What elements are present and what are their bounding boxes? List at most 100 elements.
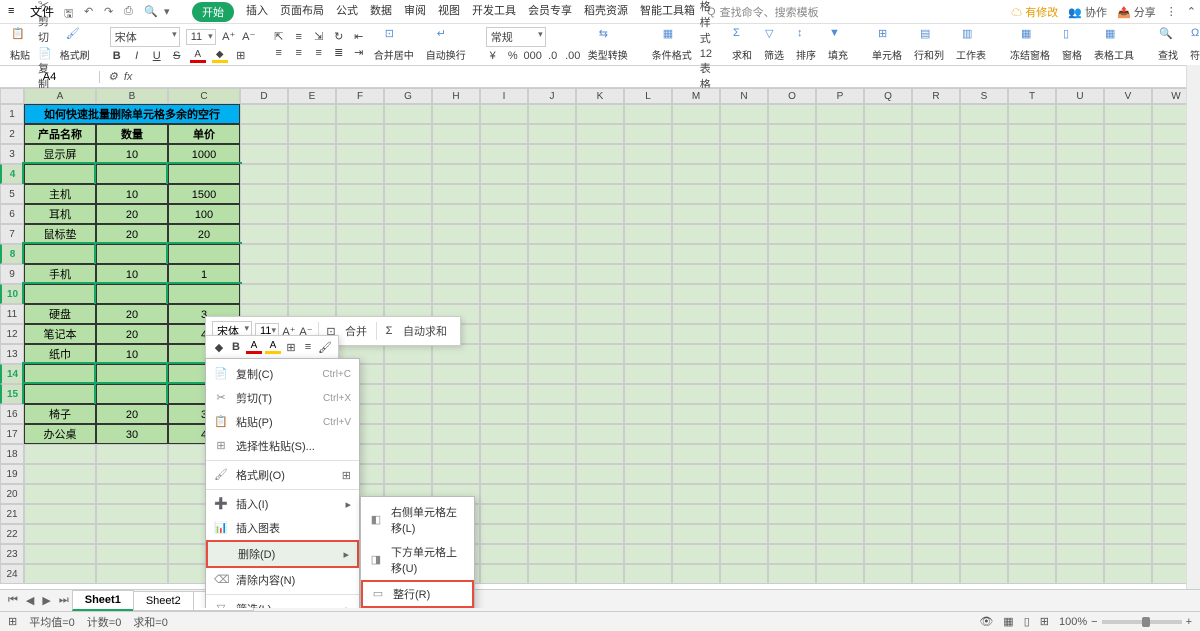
data-cell[interactable]: 椅子 — [24, 404, 96, 424]
inc-dec-icon[interactable]: .0 — [546, 49, 560, 63]
tab-next-icon[interactable]: ▶ — [38, 594, 54, 607]
tab-member[interactable]: 会员专享 — [528, 2, 572, 22]
tab-formula[interactable]: 公式 — [336, 2, 358, 22]
mini-fillcolor[interactable]: A — [265, 340, 281, 354]
align-right-icon[interactable]: ≡ — [312, 46, 326, 60]
col-header[interactable]: D — [240, 88, 288, 104]
ctx-clear[interactable]: ⌫清除内容(N) — [206, 568, 359, 592]
italic-button[interactable]: I — [130, 49, 144, 63]
data-cell[interactable]: 耳机 — [24, 204, 96, 224]
data-cell[interactable]: 10 — [96, 144, 168, 164]
ctx-delete[interactable]: 删除(D)▸ — [206, 540, 359, 568]
col-header[interactable]: N — [720, 88, 768, 104]
share-button[interactable]: 📤 分享 — [1117, 4, 1156, 20]
wrap-button[interactable]: ↵自动换行 — [422, 27, 470, 62]
cellstyle-button[interactable]: ▦ 表格样式 — [700, 0, 712, 46]
data-cell[interactable] — [168, 164, 240, 184]
data-cell[interactable]: 20 — [96, 204, 168, 224]
indent-dec-icon[interactable]: ⇤ — [352, 30, 366, 44]
find-button[interactable]: 🔍查找 — [1154, 27, 1182, 62]
mini-fontcolor[interactable]: A — [246, 340, 262, 354]
shrink-font-icon[interactable]: A⁻ — [242, 30, 256, 44]
tab-insert[interactable]: 插入 — [246, 2, 268, 22]
strike-button[interactable]: S — [170, 49, 184, 63]
ctx-paste[interactable]: 📋粘贴(P)Ctrl+V — [206, 410, 359, 434]
data-cell[interactable] — [24, 244, 96, 264]
mini-bold-button[interactable]: B — [229, 340, 243, 354]
data-cell[interactable] — [96, 164, 168, 184]
ctx-insert-chart[interactable]: 📊插入图表 — [206, 516, 359, 540]
col-header[interactable]: T — [1008, 88, 1056, 104]
fx-label[interactable]: fx — [124, 71, 133, 83]
hamburger-icon[interactable]: ≡ — [8, 5, 22, 19]
symbol-button[interactable]: Ω符号 — [1186, 27, 1200, 62]
mini-sum-icon[interactable]: Σ — [382, 324, 396, 338]
data-cell[interactable]: 显示屏 — [24, 144, 96, 164]
view-break-icon[interactable]: ⊞ — [1040, 615, 1049, 628]
redo-icon[interactable]: ↷ — [104, 5, 118, 19]
data-cell[interactable]: 10 — [96, 344, 168, 364]
ctx-formatbrush[interactable]: 🖌格式刷(O)⊞ — [206, 463, 359, 487]
col-header[interactable]: K — [576, 88, 624, 104]
col-header[interactable]: V — [1104, 88, 1152, 104]
ctx-copy[interactable]: 📄复制(C)Ctrl+C — [206, 362, 359, 386]
cut-button[interactable]: ✂ 剪切 — [38, 0, 52, 45]
data-cell[interactable] — [168, 244, 240, 264]
col-header[interactable]: F — [336, 88, 384, 104]
data-cell[interactable]: 1 — [168, 264, 240, 284]
ctx-cut[interactable]: ✂剪切(T)Ctrl+X — [206, 386, 359, 410]
data-cell[interactable]: 10 — [96, 184, 168, 204]
col-header[interactable]: E — [288, 88, 336, 104]
paste-group[interactable]: 📋粘贴 — [6, 27, 34, 62]
condfmt-button[interactable]: ▦条件格式 — [648, 27, 696, 62]
border-button[interactable]: ⊞ — [234, 49, 248, 63]
zoom-slider[interactable] — [1102, 620, 1182, 624]
more-icon[interactable]: ⋮ — [1166, 5, 1177, 18]
ctx-paste-special[interactable]: ⊞选择性粘贴(S)... — [206, 434, 359, 458]
col-header[interactable]: H — [432, 88, 480, 104]
zoom-control[interactable]: 100% − + — [1059, 616, 1192, 628]
ctx-insert[interactable]: ➕插入(I)▸ — [206, 492, 359, 516]
data-cell[interactable]: 硬盘 — [24, 304, 96, 324]
expand-icon[interactable]: ⌃ — [1187, 5, 1196, 18]
grow-font-icon[interactable]: A⁺ — [222, 30, 236, 44]
dec-dec-icon[interactable]: .00 — [566, 49, 580, 63]
sheet-button[interactable]: ▥工作表 — [952, 27, 990, 62]
sum-button[interactable]: Σ求和 — [728, 27, 756, 62]
col-header[interactable]: I — [480, 88, 528, 104]
data-cell[interactable]: 100 — [168, 204, 240, 224]
align-mid-icon[interactable]: ≡ — [292, 30, 306, 44]
col-header[interactable]: U — [1056, 88, 1104, 104]
header-cell[interactable]: 产品名称 — [24, 124, 96, 144]
mini-fill-icon[interactable]: ◆ — [212, 340, 226, 354]
typeconv-button[interactable]: ⇆类型转换 — [584, 27, 632, 62]
modified-indicator[interactable]: ☁ 有修改 — [1011, 4, 1058, 20]
indent-inc-icon[interactable]: ⇥ — [352, 46, 366, 60]
align-top-icon[interactable]: ⇱ — [272, 30, 286, 44]
tab-last-icon[interactable]: ⏭ — [55, 594, 73, 607]
data-cell[interactable] — [24, 364, 96, 384]
tab-first-icon[interactable]: ⏮ — [4, 594, 22, 607]
font-size-select[interactable]: 11 — [186, 29, 216, 45]
col-header[interactable]: A — [24, 88, 96, 104]
data-cell[interactable]: 手机 — [24, 264, 96, 284]
tabletool-button[interactable]: ▦表格工具 — [1090, 27, 1138, 62]
header-cell[interactable]: 单价 — [168, 124, 240, 144]
col-header[interactable]: G — [384, 88, 432, 104]
data-cell[interactable]: 20 — [96, 304, 168, 324]
mini-sum-button[interactable]: 自动求和 — [399, 321, 451, 341]
print-icon[interactable]: ⎙ — [124, 5, 138, 19]
align-bot-icon[interactable]: ⇲ — [312, 30, 326, 44]
tab-view[interactable]: 视图 — [438, 2, 460, 22]
orient-icon[interactable]: ↻ — [332, 30, 346, 44]
save-icon[interactable]: 🖫 — [64, 5, 78, 19]
col-header[interactable]: J — [528, 88, 576, 104]
split-button[interactable]: ▯窗格 — [1058, 27, 1086, 62]
tab-data[interactable]: 数据 — [370, 2, 392, 22]
data-cell[interactable]: 10 — [96, 264, 168, 284]
zoom-out-icon[interactable]: − — [1091, 616, 1097, 628]
data-cell[interactable] — [96, 284, 168, 304]
undo-icon[interactable]: ↶ — [84, 5, 98, 19]
number-format-select[interactable]: 常规 — [486, 27, 546, 47]
data-cell[interactable]: 20 — [96, 404, 168, 424]
